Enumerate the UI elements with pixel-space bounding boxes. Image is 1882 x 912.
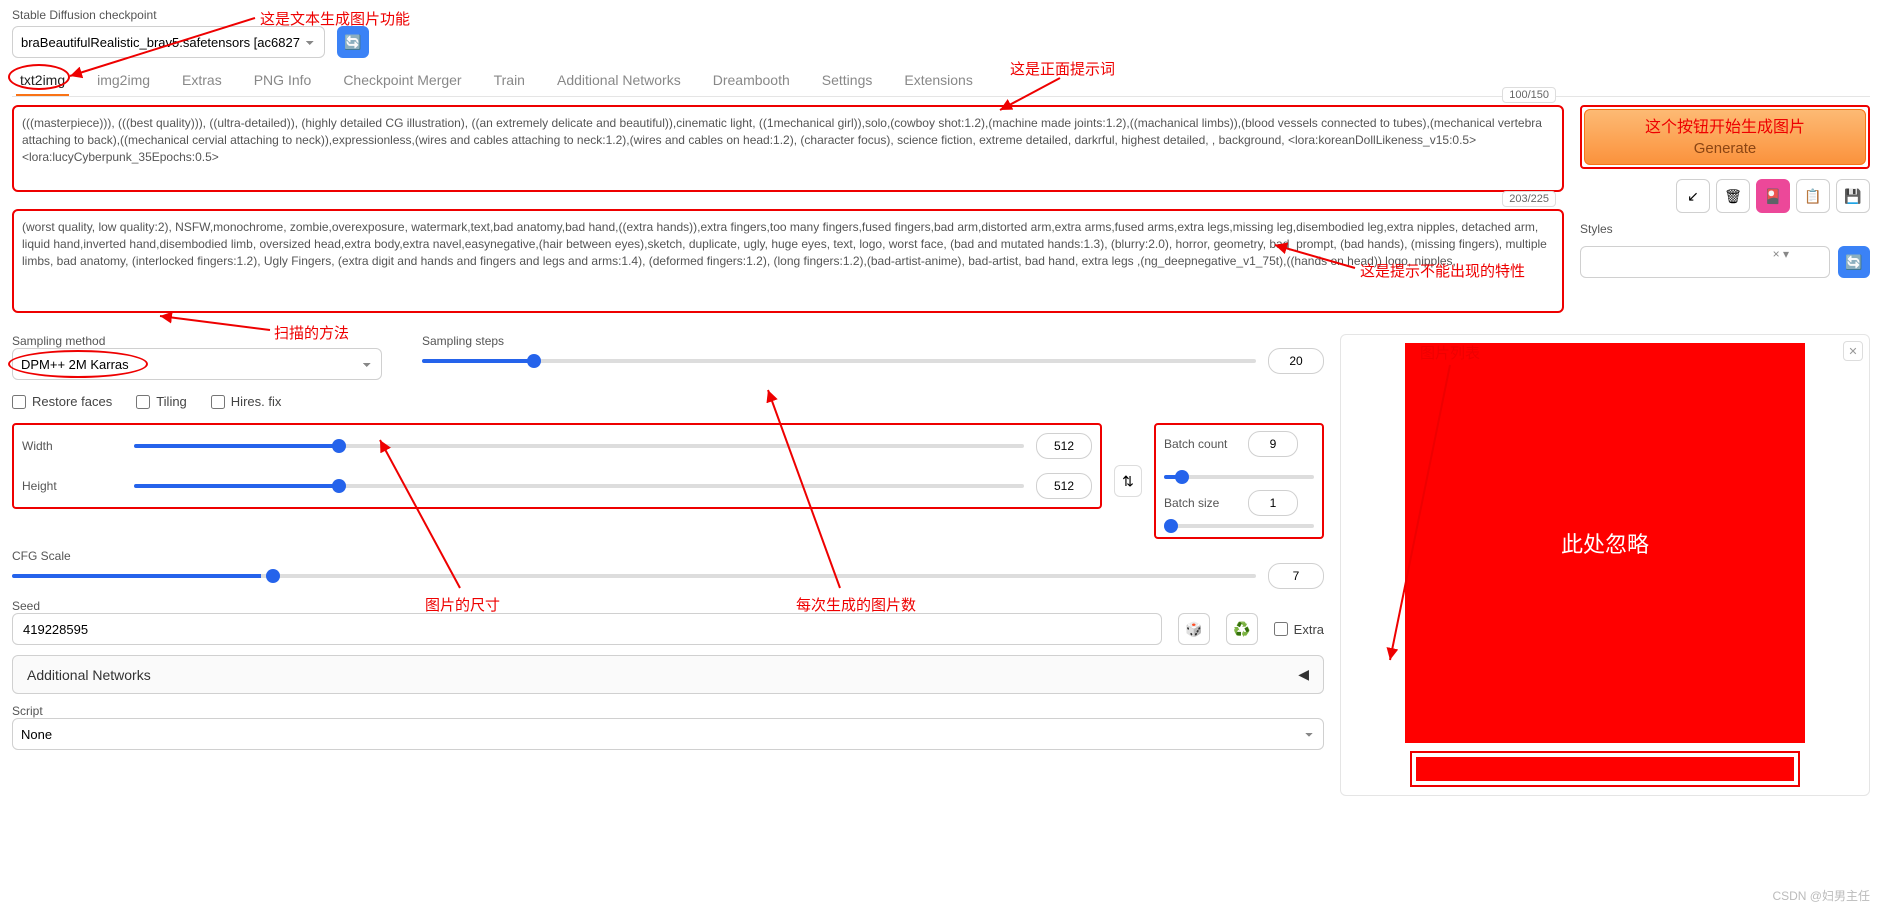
tab-img2img[interactable]: img2img bbox=[93, 66, 154, 96]
arrow-icon[interactable]: ↙ bbox=[1676, 179, 1710, 213]
hires-fix-check[interactable]: Hires. fix bbox=[211, 394, 282, 409]
recycle-icon[interactable]: ♻️ bbox=[1226, 613, 1258, 645]
neg-prompt-counter: 203/225 bbox=[1502, 191, 1556, 207]
close-icon[interactable]: ✕ bbox=[1843, 341, 1863, 361]
dice-icon[interactable]: 🎲 bbox=[1178, 613, 1210, 645]
neg-prompt-input[interactable]: (worst quality, low quality:2), NSFW,mon… bbox=[12, 209, 1564, 313]
height-label: Height bbox=[22, 479, 122, 493]
watermark: CSDN @妇男主任 bbox=[1772, 887, 1870, 904]
output-gallery[interactable] bbox=[1410, 751, 1800, 787]
seed-label: Seed bbox=[12, 599, 1324, 613]
seed-extra-check[interactable]: Extra bbox=[1274, 622, 1324, 637]
tab-pnginfo[interactable]: PNG Info bbox=[250, 66, 316, 96]
checkpoint-select[interactable]: braBeautifulRealistic_brav5.safetensors … bbox=[12, 26, 325, 58]
script-select[interactable]: None bbox=[12, 718, 1324, 750]
clipboard-icon[interactable]: 📋 bbox=[1796, 179, 1830, 213]
seed-input[interactable] bbox=[12, 613, 1162, 645]
height-value[interactable] bbox=[1036, 473, 1092, 499]
chevron-left-icon: ◀ bbox=[1298, 666, 1309, 683]
width-slider[interactable] bbox=[134, 444, 1024, 448]
cfg-value[interactable] bbox=[1268, 563, 1324, 589]
save-icon[interactable]: 💾 bbox=[1836, 179, 1870, 213]
tab-dreambooth[interactable]: Dreambooth bbox=[709, 66, 794, 96]
prompt-input[interactable]: (((masterpiece))), (((best quality))), (… bbox=[12, 105, 1564, 192]
tab-extras[interactable]: Extras bbox=[178, 66, 226, 96]
cfg-slider[interactable] bbox=[12, 574, 1256, 578]
height-slider[interactable] bbox=[134, 484, 1024, 488]
restore-faces-check[interactable]: Restore faces bbox=[12, 394, 112, 409]
sampling-method-select[interactable]: DPM++ 2M Karras bbox=[12, 348, 382, 380]
sampling-steps-slider[interactable] bbox=[422, 359, 1256, 363]
trash-icon[interactable]: 🗑 bbox=[1716, 179, 1750, 213]
styles-label: Styles bbox=[1580, 222, 1613, 236]
refresh-icon[interactable]: 🔄 bbox=[337, 26, 369, 58]
tab-train[interactable]: Train bbox=[490, 66, 529, 96]
tab-checkpoint-merger[interactable]: Checkpoint Merger bbox=[339, 66, 465, 96]
sampling-method-label: Sampling method bbox=[12, 334, 382, 348]
prompt-counter: 100/150 bbox=[1502, 87, 1556, 103]
tab-additional-networks[interactable]: Additional Networks bbox=[553, 66, 685, 96]
tab-extensions[interactable]: Extensions bbox=[900, 66, 976, 96]
batch-size-label: Batch size bbox=[1164, 496, 1236, 510]
batch-size-value[interactable] bbox=[1248, 490, 1298, 516]
width-value[interactable] bbox=[1036, 433, 1092, 459]
tab-settings[interactable]: Settings bbox=[818, 66, 877, 96]
additional-networks-accordion[interactable]: Additional Networks ◀ bbox=[12, 655, 1324, 694]
cfg-label: CFG Scale bbox=[12, 549, 1324, 563]
generate-button[interactable]: Generate bbox=[1584, 109, 1866, 165]
styles-select[interactable]: × ▾ bbox=[1580, 246, 1830, 278]
batch-count-label: Batch count bbox=[1164, 437, 1236, 451]
swap-dims-icon[interactable]: ⇅ bbox=[1114, 465, 1142, 497]
tiling-check[interactable]: Tiling bbox=[136, 394, 187, 409]
tab-txt2img[interactable]: txt2img bbox=[16, 66, 69, 96]
sampling-steps-label: Sampling steps bbox=[422, 334, 1324, 348]
batch-count-slider[interactable] bbox=[1164, 475, 1314, 479]
width-label: Width bbox=[22, 439, 122, 453]
output-image: 此处忽略 bbox=[1405, 343, 1805, 743]
output-panel: ✕ 此处忽略 bbox=[1340, 334, 1870, 796]
sampling-steps-value[interactable] bbox=[1268, 348, 1324, 374]
card-icon[interactable]: 🎴 bbox=[1756, 179, 1790, 213]
batch-size-slider[interactable] bbox=[1164, 524, 1314, 528]
main-tabs: txt2img img2img Extras PNG Info Checkpoi… bbox=[12, 66, 1870, 97]
checkpoint-label: Stable Diffusion checkpoint bbox=[12, 8, 325, 22]
batch-count-value[interactable] bbox=[1248, 431, 1298, 457]
styles-refresh-icon[interactable]: 🔄 bbox=[1838, 246, 1870, 278]
script-label: Script bbox=[12, 704, 1324, 718]
